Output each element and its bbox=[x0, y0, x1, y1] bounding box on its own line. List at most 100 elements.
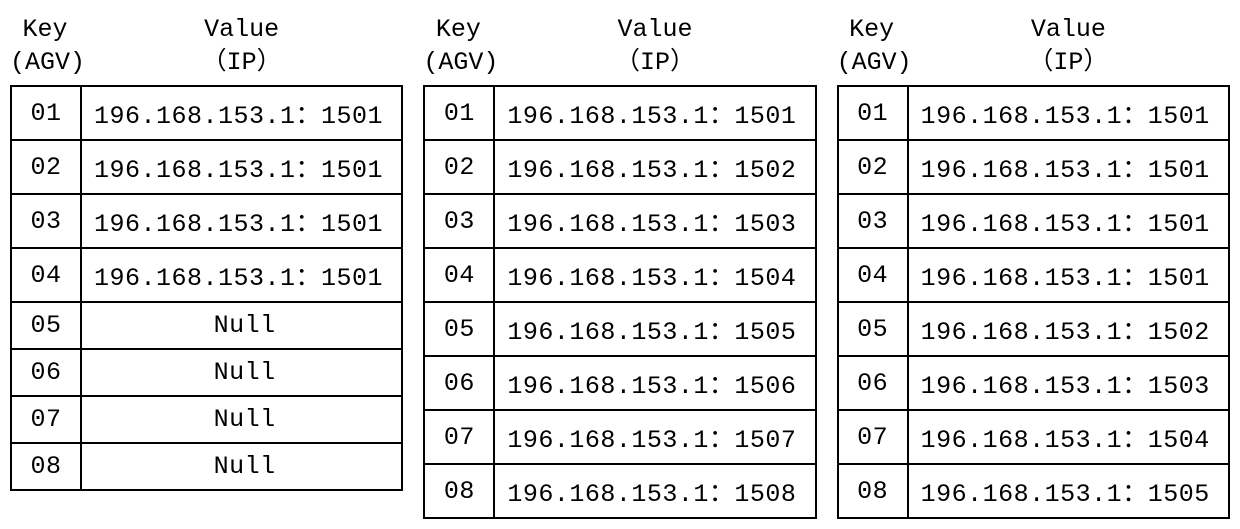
header-value-line1: Value bbox=[493, 14, 816, 47]
key-cell: 03 bbox=[11, 194, 81, 248]
key-cell: 01 bbox=[424, 86, 494, 140]
data-table-2: 01196.168.153.1：150102196.168.153.1：1502… bbox=[423, 85, 816, 519]
table-row: 01196.168.153.1：1501 bbox=[11, 86, 402, 140]
table-row: 08196.168.153.1：1505 bbox=[838, 464, 1229, 518]
value-cell: Null bbox=[81, 302, 402, 349]
key-cell: 07 bbox=[11, 396, 81, 443]
table-row: 06196.168.153.1：1506 bbox=[424, 356, 815, 410]
header-value-line1: Value bbox=[907, 14, 1230, 47]
mapping-table-3: Key (AGV) Value （IP） 01196.168.153.1：150… bbox=[837, 10, 1230, 519]
table-body-2: 01196.168.153.1：150102196.168.153.1：1502… bbox=[424, 86, 815, 518]
data-table-1: 01196.168.153.1：150102196.168.153.1：1501… bbox=[10, 85, 403, 491]
table-row: 07196.168.153.1：1504 bbox=[838, 410, 1229, 464]
key-cell: 05 bbox=[424, 302, 494, 356]
table-body-3: 01196.168.153.1：150102196.168.153.1：1501… bbox=[838, 86, 1229, 518]
table-row: 03196.168.153.1：1503 bbox=[424, 194, 815, 248]
table-row: 05Null bbox=[11, 302, 402, 349]
value-cell: 196.168.153.1：1501 bbox=[81, 194, 402, 248]
table-row: 02196.168.153.1：1501 bbox=[838, 140, 1229, 194]
table-row: 04196.168.153.1：1501 bbox=[11, 248, 402, 302]
value-cell: 196.168.153.1：1501 bbox=[494, 86, 815, 140]
header-key-line2: (AGV) bbox=[837, 47, 907, 80]
key-cell: 01 bbox=[11, 86, 81, 140]
value-cell: 196.168.153.1：1503 bbox=[908, 356, 1229, 410]
value-cell: 196.168.153.1：1506 bbox=[494, 356, 815, 410]
key-cell: 05 bbox=[838, 302, 908, 356]
key-cell: 03 bbox=[838, 194, 908, 248]
table-row: 08Null bbox=[11, 443, 402, 490]
key-cell: 02 bbox=[424, 140, 494, 194]
table-body-1: 01196.168.153.1：150102196.168.153.1：1501… bbox=[11, 86, 402, 490]
key-cell: 04 bbox=[424, 248, 494, 302]
key-cell: 03 bbox=[424, 194, 494, 248]
table-row: 03196.168.153.1：1501 bbox=[11, 194, 402, 248]
value-cell: Null bbox=[81, 349, 402, 396]
table-header: Key (AGV) Value （IP） bbox=[837, 10, 1230, 83]
value-cell: 196.168.153.1：1501 bbox=[908, 194, 1229, 248]
value-cell: 196.168.153.1：1501 bbox=[908, 248, 1229, 302]
value-cell: 196.168.153.1：1501 bbox=[81, 140, 402, 194]
key-cell: 02 bbox=[11, 140, 81, 194]
value-cell: 196.168.153.1：1508 bbox=[494, 464, 815, 518]
table-row: 07196.168.153.1：1507 bbox=[424, 410, 815, 464]
table-row: 07Null bbox=[11, 396, 402, 443]
header-key-line1: Key bbox=[10, 14, 80, 47]
header-value-line1: Value bbox=[80, 14, 403, 47]
value-cell: 196.168.153.1：1502 bbox=[908, 302, 1229, 356]
key-cell: 08 bbox=[11, 443, 81, 490]
key-cell: 07 bbox=[424, 410, 494, 464]
key-cell: 07 bbox=[838, 410, 908, 464]
key-cell: 06 bbox=[838, 356, 908, 410]
key-cell: 06 bbox=[424, 356, 494, 410]
value-cell: 196.168.153.1：1505 bbox=[494, 302, 815, 356]
table-row: 02196.168.153.1：1502 bbox=[424, 140, 815, 194]
table-row: 06Null bbox=[11, 349, 402, 396]
value-cell: 196.168.153.1：1504 bbox=[908, 410, 1229, 464]
value-cell: 196.168.153.1：1503 bbox=[494, 194, 815, 248]
value-cell: Null bbox=[81, 396, 402, 443]
table-row: 06196.168.153.1：1503 bbox=[838, 356, 1229, 410]
value-cell: 196.168.153.1：1502 bbox=[494, 140, 815, 194]
header-value: Value （IP） bbox=[907, 10, 1230, 83]
header-key: Key (AGV) bbox=[423, 10, 493, 83]
table-row: 04196.168.153.1：1501 bbox=[838, 248, 1229, 302]
data-table-3: 01196.168.153.1：150102196.168.153.1：1501… bbox=[837, 85, 1230, 519]
value-cell: Null bbox=[81, 443, 402, 490]
header-key-line1: Key bbox=[837, 14, 907, 47]
key-cell: 01 bbox=[838, 86, 908, 140]
key-cell: 05 bbox=[11, 302, 81, 349]
table-row: 02196.168.153.1：1501 bbox=[11, 140, 402, 194]
value-cell: 196.168.153.1：1501 bbox=[81, 86, 402, 140]
value-cell: 196.168.153.1：1501 bbox=[81, 248, 402, 302]
header-value-line2: （IP） bbox=[907, 47, 1230, 80]
value-cell: 196.168.153.1：1501 bbox=[908, 86, 1229, 140]
table-row: 04196.168.153.1：1504 bbox=[424, 248, 815, 302]
header-key: Key (AGV) bbox=[837, 10, 907, 83]
table-row: 01196.168.153.1：1501 bbox=[424, 86, 815, 140]
header-key-line1: Key bbox=[423, 14, 493, 47]
key-cell: 08 bbox=[838, 464, 908, 518]
header-value-line2: （IP） bbox=[493, 47, 816, 80]
key-cell: 08 bbox=[424, 464, 494, 518]
value-cell: 196.168.153.1：1505 bbox=[908, 464, 1229, 518]
table-header: Key (AGV) Value （IP） bbox=[10, 10, 403, 83]
table-row: 05196.168.153.1：1505 bbox=[424, 302, 815, 356]
value-cell: 196.168.153.1：1501 bbox=[908, 140, 1229, 194]
table-header: Key (AGV) Value （IP） bbox=[423, 10, 816, 83]
mapping-table-2: Key (AGV) Value （IP） 01196.168.153.1：150… bbox=[423, 10, 816, 519]
key-cell: 04 bbox=[838, 248, 908, 302]
table-row: 05196.168.153.1：1502 bbox=[838, 302, 1229, 356]
key-cell: 04 bbox=[11, 248, 81, 302]
mapping-table-1: Key (AGV) Value （IP） 01196.168.153.1：150… bbox=[10, 10, 403, 519]
value-cell: 196.168.153.1：1504 bbox=[494, 248, 815, 302]
header-value: Value （IP） bbox=[493, 10, 816, 83]
header-key-line2: (AGV) bbox=[423, 47, 493, 80]
header-value-line2: （IP） bbox=[80, 47, 403, 80]
table-row: 08196.168.153.1：1508 bbox=[424, 464, 815, 518]
header-value: Value （IP） bbox=[80, 10, 403, 83]
table-row: 03196.168.153.1：1501 bbox=[838, 194, 1229, 248]
key-cell: 06 bbox=[11, 349, 81, 396]
header-key-line2: (AGV) bbox=[10, 47, 80, 80]
value-cell: 196.168.153.1：1507 bbox=[494, 410, 815, 464]
table-row: 01196.168.153.1：1501 bbox=[838, 86, 1229, 140]
